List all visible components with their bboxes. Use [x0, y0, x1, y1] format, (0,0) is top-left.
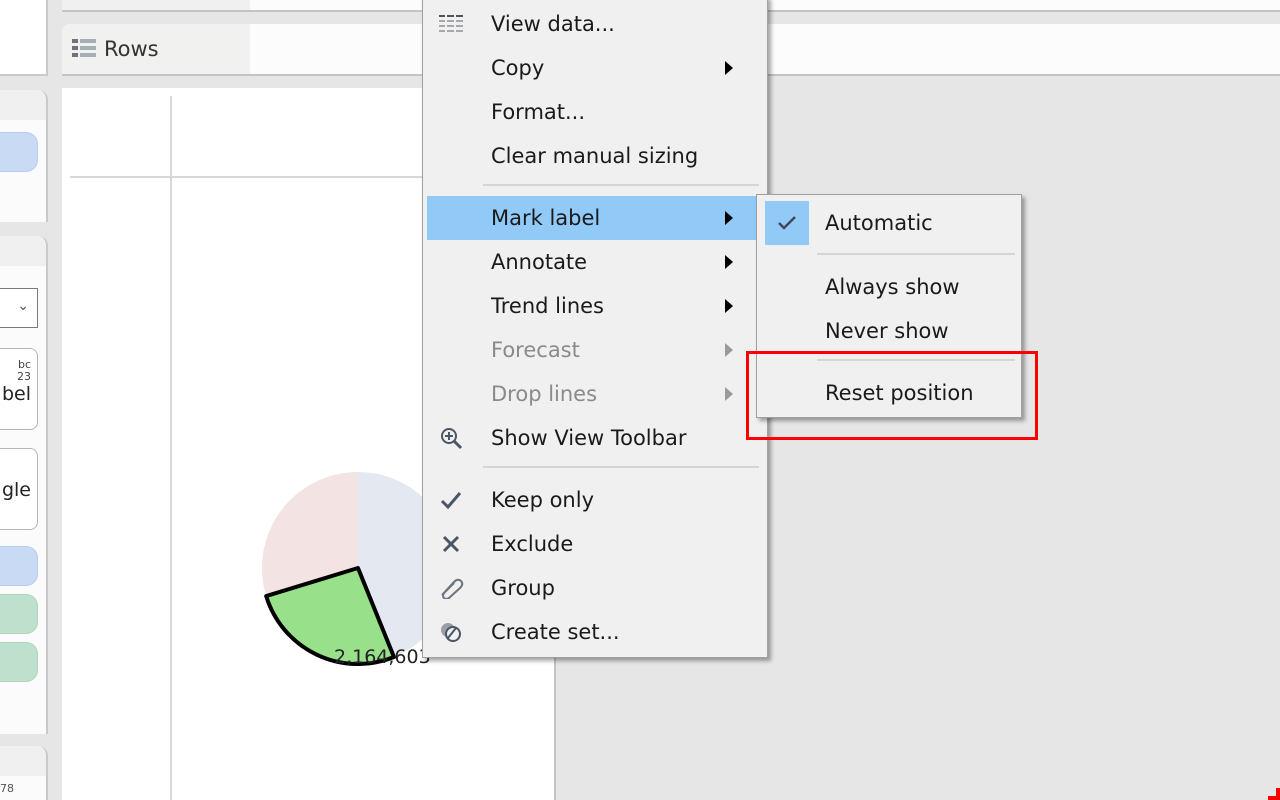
submenu-arrow-icon	[725, 61, 733, 75]
label-button[interactable]: bc 23 bel	[0, 348, 38, 430]
menu-item-label: Show View Toolbar	[491, 426, 687, 450]
check-icon	[437, 486, 465, 514]
menu-item-trend-lines[interactable]: Trend lines	[427, 284, 763, 328]
menu-item-label: Copy	[491, 56, 545, 80]
submenu-item-label: Automatic	[825, 211, 933, 235]
submenu-item-label: Always show	[825, 275, 960, 299]
menu-item-exclude[interactable]: Exclude	[427, 522, 763, 566]
menu-item-label: Exclude	[491, 532, 574, 556]
menu-item-view-data[interactable]: View data...	[427, 2, 763, 46]
marks-card-header	[0, 236, 46, 266]
submenu-arrow-icon	[725, 387, 733, 401]
menu-item-label: Annotate	[491, 250, 588, 274]
paperclip-icon	[437, 574, 465, 602]
menu-item-keep-only[interactable]: Keep only	[427, 478, 763, 522]
menu-item-label: Trend lines	[491, 294, 604, 318]
x-icon	[437, 530, 465, 558]
menu-item-label: Drop lines	[491, 382, 598, 406]
menu-item-group[interactable]: Group	[427, 566, 763, 610]
legend-card: 78	[0, 746, 48, 800]
submenu-arrow-icon	[725, 255, 733, 269]
mark-pill-3[interactable]	[0, 642, 38, 682]
menu-item-label: Clear manual sizing	[491, 144, 699, 168]
menu-item-clear-manual-sizing[interactable]: Clear manual sizing	[427, 134, 763, 178]
legend-card-header	[0, 746, 46, 776]
submenu-arrow-icon	[725, 299, 733, 313]
filters-card	[0, 90, 48, 222]
panel-card-top	[0, 0, 48, 76]
chevron-down-icon: ⌄	[17, 298, 29, 314]
filters-card-header	[0, 90, 46, 120]
menu-item-show-view-toolbar[interactable]: Show View Toolbar	[427, 416, 763, 460]
submenu-item-never-show[interactable]: Never show	[761, 309, 1017, 353]
list-icon	[72, 39, 96, 57]
zoom-in-icon	[437, 424, 465, 452]
label-icon: bc 23	[17, 358, 31, 383]
angle-button[interactable]: gle	[0, 448, 38, 530]
menu-item-copy[interactable]: Copy	[427, 46, 763, 90]
context-menu: View data... Copy Format... Clear manual si…	[422, 0, 768, 658]
submenu-arrow-icon	[725, 211, 733, 225]
menu-separator	[483, 466, 759, 468]
set-icon	[437, 618, 465, 646]
submenu-separator	[817, 253, 1015, 255]
rows-shelf-label: Rows	[62, 24, 250, 74]
left-panel: ⌄ bc 23 bel gle 78	[0, 0, 50, 800]
menu-item-label: Forecast	[491, 338, 580, 362]
submenu-item-label: Never show	[825, 319, 949, 343]
menu-item-create-set[interactable]: Create set...	[427, 610, 763, 654]
menu-item-annotate[interactable]: Annotate	[427, 240, 763, 284]
checkmark-icon	[765, 201, 809, 245]
menu-item-mark-label[interactable]: Mark label	[427, 196, 763, 240]
mark-pill-1[interactable]	[0, 546, 38, 586]
submenu-item-automatic[interactable]: Automatic	[761, 201, 1017, 245]
menu-item-label: Format...	[491, 100, 586, 124]
menu-item-label: View data...	[491, 12, 615, 36]
marks-card: ⌄ bc 23 bel gle	[0, 236, 48, 734]
menu-item-format[interactable]: Format...	[427, 90, 763, 134]
menu-item-drop-lines: Drop lines	[427, 372, 763, 416]
submenu-arrow-icon	[725, 343, 733, 357]
menu-item-forecast: Forecast	[427, 328, 763, 372]
menu-item-label: Create set...	[491, 620, 620, 644]
pie-data-label: 2,164,603	[334, 646, 431, 668]
menu-item-label: Keep only	[491, 488, 594, 512]
menu-item-label: Group	[491, 576, 555, 600]
mark-type-dropdown[interactable]: ⌄	[0, 288, 38, 328]
annotation-corner-mark	[1268, 788, 1280, 800]
view-data-icon	[437, 10, 465, 38]
mark-pill-2[interactable]	[0, 594, 38, 634]
annotation-highlight-box	[746, 351, 1038, 440]
columns-shelf-label	[62, 0, 250, 10]
submenu-item-always-show[interactable]: Always show	[761, 265, 1017, 309]
filter-pill[interactable]	[0, 132, 38, 172]
menu-separator	[483, 184, 759, 186]
menu-item-label: Mark label	[491, 206, 601, 230]
